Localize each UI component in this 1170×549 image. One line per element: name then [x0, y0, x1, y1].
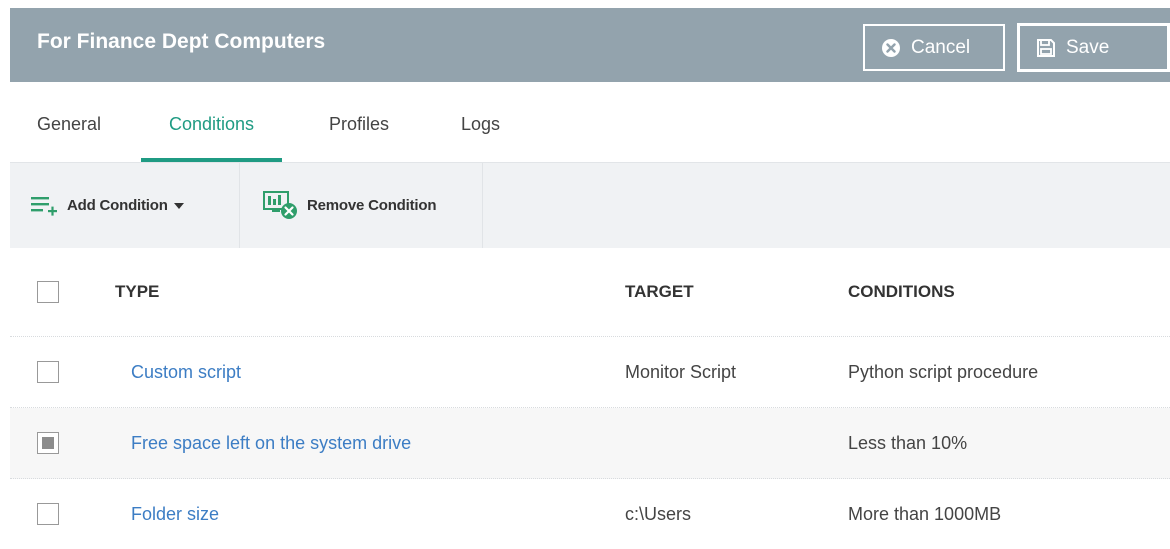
- select-all-checkbox[interactable]: [37, 281, 59, 303]
- floppy-disk-icon: [1036, 38, 1056, 58]
- condition-details: Less than 10%: [848, 432, 968, 453]
- tab-conditions-label: Conditions: [169, 114, 255, 134]
- tab-general[interactable]: General: [37, 82, 101, 162]
- cancel-button[interactable]: Cancel: [863, 24, 1005, 71]
- tab-profiles[interactable]: Profiles: [329, 82, 389, 162]
- tab-logs[interactable]: Logs: [461, 82, 500, 162]
- toolbar-divider: [239, 163, 240, 248]
- condition-target: Monitor Script: [625, 361, 737, 382]
- toolbar-divider: [482, 163, 483, 248]
- remove-condition-button[interactable]: Remove Condition: [263, 163, 437, 248]
- table-header-row: TYPE TARGET CONDITIONS: [10, 248, 1170, 337]
- cancel-label: Cancel: [911, 36, 971, 58]
- tab-general-label: General: [37, 114, 102, 134]
- condition-type-link[interactable]: Folder size: [131, 479, 219, 549]
- condition-type-link[interactable]: Free space left on the system drive: [131, 408, 411, 478]
- row-checkbox[interactable]: [37, 503, 59, 525]
- add-condition-button[interactable]: Add Condition: [31, 163, 184, 248]
- table-row[interactable]: Free space left on the system drive Less…: [10, 408, 1170, 479]
- active-tab-indicator: [141, 158, 283, 162]
- tab-conditions[interactable]: Conditions: [141, 82, 283, 162]
- condition-target: c:\Users: [625, 503, 692, 524]
- add-condition-label: Add Condition: [67, 197, 168, 214]
- save-label: Save: [1066, 36, 1110, 58]
- row-checkbox[interactable]: [37, 361, 59, 383]
- row-checkbox[interactable]: [37, 432, 59, 454]
- add-list-icon: [31, 194, 59, 218]
- tab-bar: General Conditions Profiles Logs: [10, 82, 1170, 163]
- remove-monitor-icon: [263, 190, 299, 221]
- toolbar: Add Condition Remove Condition: [10, 163, 1170, 248]
- page-title: For Finance Dept Computers: [37, 30, 326, 53]
- page-header: For Finance Dept Computers Cancel Save: [10, 8, 1170, 82]
- close-circle-icon: [881, 38, 901, 58]
- condition-details: Python script procedure: [848, 361, 1039, 382]
- tab-logs-label: Logs: [461, 114, 501, 134]
- remove-condition-label: Remove Condition: [307, 197, 437, 214]
- tab-profiles-label: Profiles: [329, 114, 390, 134]
- column-header-type[interactable]: TYPE: [115, 248, 159, 336]
- column-header-conditions[interactable]: CONDITIONS: [848, 248, 955, 336]
- table-row[interactable]: Folder size c:\Users More than 1000MB: [10, 479, 1170, 549]
- condition-details: More than 1000MB: [848, 503, 1002, 524]
- save-button[interactable]: Save: [1017, 23, 1170, 72]
- chevron-down-icon: [173, 202, 184, 209]
- column-header-target[interactable]: TARGET: [625, 248, 694, 336]
- condition-type-link[interactable]: Custom script: [131, 337, 241, 407]
- table-row[interactable]: Custom script Monitor Script Python scri…: [10, 337, 1170, 408]
